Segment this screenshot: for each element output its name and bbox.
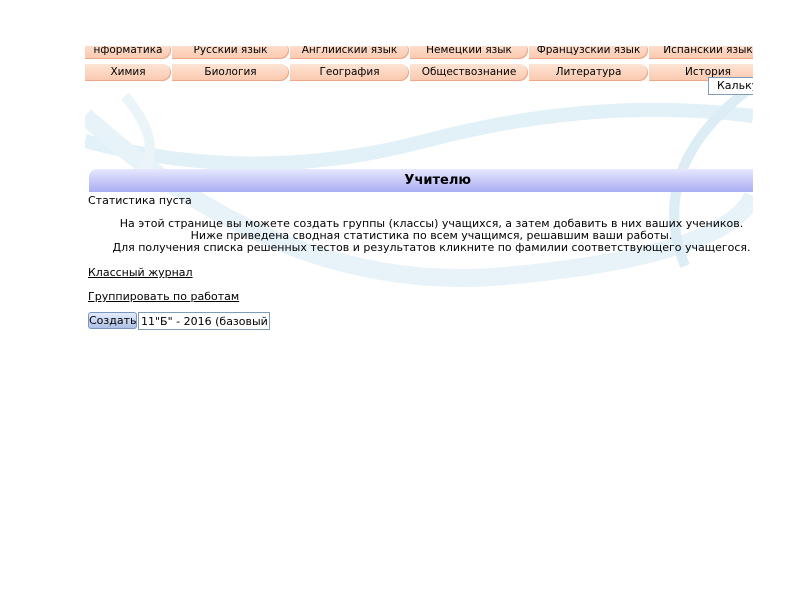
- info-text: На этой странице вы можете создать групп…: [85, 218, 753, 254]
- subject-nav-row-2: Химия Биология География Обществознание …: [85, 64, 753, 81]
- tab-english[interactable]: Английский язык: [290, 46, 409, 59]
- tab-chemistry[interactable]: Химия: [85, 64, 171, 81]
- page-viewport: нформатика Русский язык Английский язык …: [85, 46, 753, 336]
- class-name-input[interactable]: [138, 312, 270, 330]
- statistics-empty-text: Статистика пуста: [88, 194, 192, 207]
- group-by-work-link[interactable]: Группировать по работам: [88, 290, 239, 303]
- tab-spanish[interactable]: Испанский язык: [649, 46, 753, 59]
- tab-literature[interactable]: Литература: [529, 64, 648, 81]
- create-group-button[interactable]: Создать: [88, 312, 137, 329]
- tab-geography[interactable]: География: [290, 64, 409, 81]
- subject-nav-row-1: нформатика Русский язык Английский язык …: [85, 46, 753, 59]
- tab-informatika[interactable]: нформатика: [85, 46, 171, 59]
- calculator-button[interactable]: Кальку: [708, 77, 753, 95]
- tab-social-studies[interactable]: Обществознание: [410, 64, 528, 81]
- tab-biology[interactable]: Биология: [172, 64, 289, 81]
- tab-french[interactable]: Французский язык: [529, 46, 648, 59]
- info-line: Для получения списка решенных тестов и р…: [112, 241, 751, 254]
- section-title: Учителю: [89, 169, 753, 192]
- tab-german[interactable]: Немецкий язык: [410, 46, 528, 59]
- class-journal-link[interactable]: Классный журнал: [88, 266, 193, 279]
- tab-russian[interactable]: Русский язык: [172, 46, 289, 59]
